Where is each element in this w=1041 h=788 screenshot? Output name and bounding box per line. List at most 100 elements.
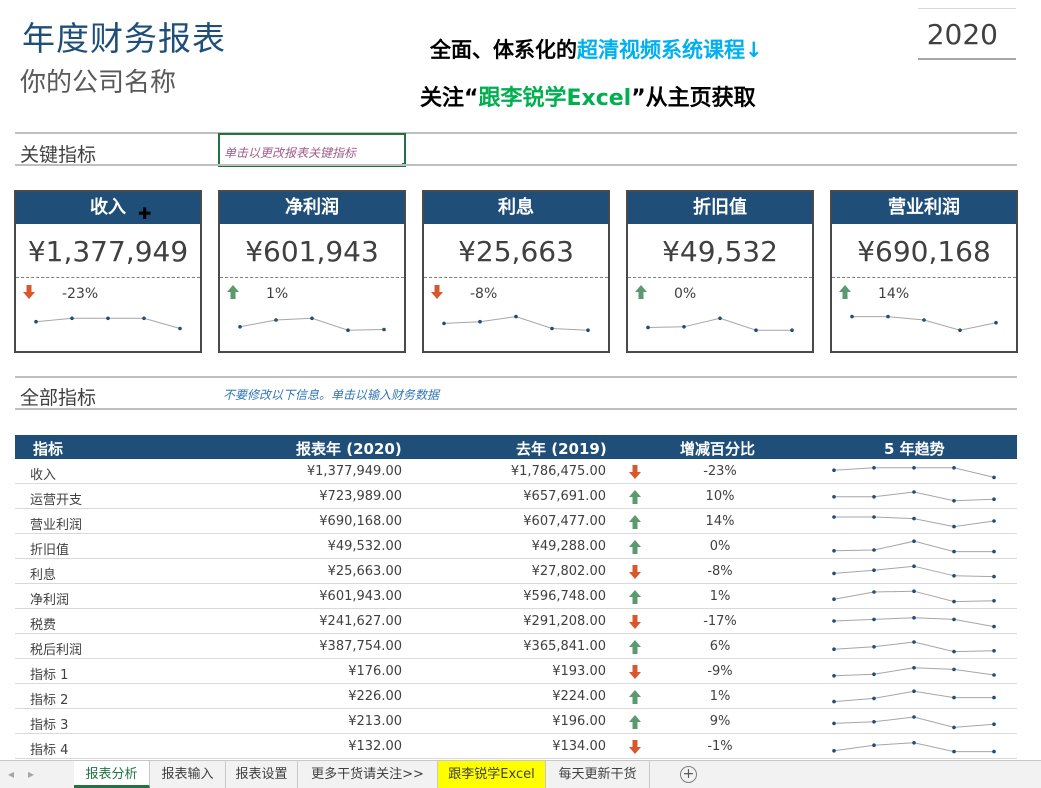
sparkline-point xyxy=(992,649,996,653)
sparkline-point xyxy=(886,314,890,319)
table-row[interactable]: 净利润 ¥601,943.00 ¥596,748.00 1% xyxy=(15,584,1017,609)
header-prev-year: 去年 (2019) xyxy=(516,440,607,458)
row-current-value: ¥601,943.00 xyxy=(319,589,402,604)
sheet-tab[interactable]: 报表分析 xyxy=(74,761,150,788)
row-change-pct: 1% xyxy=(709,689,731,704)
sheet-tab[interactable]: 更多干货请关注>> xyxy=(298,761,438,788)
table-row[interactable]: 折旧值 ¥49,532.00 ¥49,288.00 0% xyxy=(15,534,1017,559)
kpi-card-value: ¥601,943 xyxy=(220,224,404,278)
sparkline-point xyxy=(992,624,996,629)
row-metric-name: 税费 xyxy=(30,618,57,633)
sparkline-point xyxy=(832,749,836,753)
sparkline-point xyxy=(912,589,916,593)
row-change-pct: 9% xyxy=(709,714,731,729)
promo-line-1: 全面、体系化的超清视频系统课程↓ xyxy=(430,38,763,62)
row-current-value: ¥723,989.00 xyxy=(319,489,402,504)
table-row[interactable]: 指标 1 ¥176.00 ¥193.00 -9% xyxy=(15,659,1017,684)
table-row[interactable]: 指标 2 ¥226.00 ¥224.00 1% xyxy=(15,684,1017,709)
row-prev-value: ¥27,802.00 xyxy=(531,564,606,579)
sparkline-point xyxy=(718,316,722,321)
report-year: 2020 xyxy=(926,18,998,51)
sparkline-point xyxy=(346,328,350,332)
row-prev-value: ¥134.00 xyxy=(552,739,606,754)
sparkline-point xyxy=(952,667,956,672)
row-metric-name: 指标 4 xyxy=(30,743,69,758)
row-metric-name: 折旧值 xyxy=(30,543,70,558)
sparkline-point xyxy=(310,316,314,321)
promo-line-2: 关注“跟李锐学Excel”从主页获取 xyxy=(420,86,756,111)
sparkline-point xyxy=(952,524,956,529)
kpi-card[interactable]: 收入 ¥1,377,949 -23% xyxy=(14,190,202,353)
key-metrics-label: 关键指标 xyxy=(20,144,97,166)
kpi-card[interactable]: 净利润 ¥601,943 1% xyxy=(218,190,406,353)
key-metrics-selector[interactable]: 单击以更改报表关键指标 xyxy=(218,133,406,167)
table-row[interactable]: 利息 ¥25,663.00 ¥27,802.00 -8% xyxy=(15,559,1017,584)
header-metric: 指标 xyxy=(33,440,64,458)
table-row[interactable]: 指标 4 ¥132.00 ¥134.00 -1% xyxy=(15,734,1017,759)
table-row[interactable]: 税费 ¥241,627.00 ¥291,208.00 -17% xyxy=(15,609,1017,634)
kpi-sparkline xyxy=(646,316,794,332)
divider xyxy=(15,408,1017,410)
kpi-card[interactable]: 营业利润 ¥690,168 14% xyxy=(830,190,1018,353)
tab-scroll-left-icon[interactable]: ◂ xyxy=(8,767,14,781)
sheet-tab[interactable]: 报表设置 xyxy=(226,761,298,788)
sparkline-point xyxy=(992,673,996,677)
table-row[interactable]: 收入 ¥1,377,949.00 ¥1,786,475.00 -23% xyxy=(15,459,1017,484)
row-sparkline xyxy=(832,715,996,730)
sparkline-point xyxy=(550,326,554,331)
table-row[interactable]: 运营开支 ¥723,989.00 ¥657,691.00 10% xyxy=(15,484,1017,509)
kpi-card[interactable]: 利息 ¥25,663 -8% xyxy=(422,190,610,353)
sheet-tab[interactable]: 跟李锐学Excel xyxy=(438,761,546,788)
add-sheet-icon[interactable]: + xyxy=(680,766,697,783)
divider xyxy=(15,376,1017,378)
row-sparkline xyxy=(832,689,996,704)
sparkline-point xyxy=(832,619,836,623)
kpi-sparkline xyxy=(850,314,998,332)
sparkline-point xyxy=(952,725,956,730)
table-row[interactable]: 税后利润 ¥387,754.00 ¥365,841.00 6% xyxy=(15,634,1017,659)
arrow-down-icon xyxy=(629,565,641,579)
sparkline-point xyxy=(952,499,956,503)
sparkline-point xyxy=(872,568,876,572)
sparkline-point xyxy=(992,722,996,726)
sparkline-point xyxy=(922,318,926,322)
sparkline-point xyxy=(872,495,876,499)
sheet-tab[interactable]: 报表输入 xyxy=(150,761,226,788)
kpi-card[interactable]: 折旧值 ¥49,532 0% xyxy=(626,190,814,353)
company-name[interactable]: 你的公司名称 xyxy=(20,62,176,99)
sparkline-point xyxy=(912,539,916,543)
row-sparkline xyxy=(832,589,996,604)
row-sparkline xyxy=(832,466,996,480)
row-prev-value: ¥365,841.00 xyxy=(523,639,606,654)
row-sparkline xyxy=(832,515,996,529)
table-row[interactable]: 指标 3 ¥213.00 ¥196.00 9% xyxy=(15,709,1017,734)
sparkline-point xyxy=(992,549,996,554)
row-change-pct: -23% xyxy=(703,464,737,479)
data-hint[interactable]: 不要修改以下信息。单击以输入财务数据 xyxy=(223,386,439,403)
row-prev-value: ¥607,477.00 xyxy=(523,514,606,529)
tab-scroll-right-icon[interactable]: ▸ xyxy=(28,767,34,781)
table-body: 收入 ¥1,377,949.00 ¥1,786,475.00 -23% 运营开支 ¥723… xyxy=(15,459,1017,759)
sparkline-point xyxy=(832,495,836,499)
kpi-sparkline xyxy=(238,316,386,332)
sparkline-point xyxy=(992,519,996,523)
row-current-value: ¥213.00 xyxy=(348,714,402,729)
sparkline-point xyxy=(992,599,996,603)
sparkline-point xyxy=(952,649,956,654)
sparkline-point xyxy=(382,327,386,332)
sparkline-point xyxy=(872,466,876,470)
arrow-down-icon xyxy=(629,740,641,754)
arrow-up-icon xyxy=(629,490,641,504)
sparkline-point xyxy=(832,721,836,726)
mouse-cursor-icon: ✚ xyxy=(138,204,152,223)
sparkline-point xyxy=(832,549,836,553)
table-row[interactable]: 营业利润 ¥690,168.00 ¥607,477.00 14% xyxy=(15,509,1017,534)
year-box[interactable]: 2020 xyxy=(918,8,1016,60)
sparkline-point xyxy=(442,321,446,326)
row-sparkline xyxy=(832,616,996,629)
all-metrics-label: 全部指标 xyxy=(20,387,97,409)
row-prev-value: ¥1,786,475.00 xyxy=(510,464,606,479)
row-metric-name: 指标 2 xyxy=(30,693,69,708)
sheet-tab[interactable]: 每天更新干货 xyxy=(546,761,650,788)
arrow-up-icon xyxy=(629,515,641,529)
